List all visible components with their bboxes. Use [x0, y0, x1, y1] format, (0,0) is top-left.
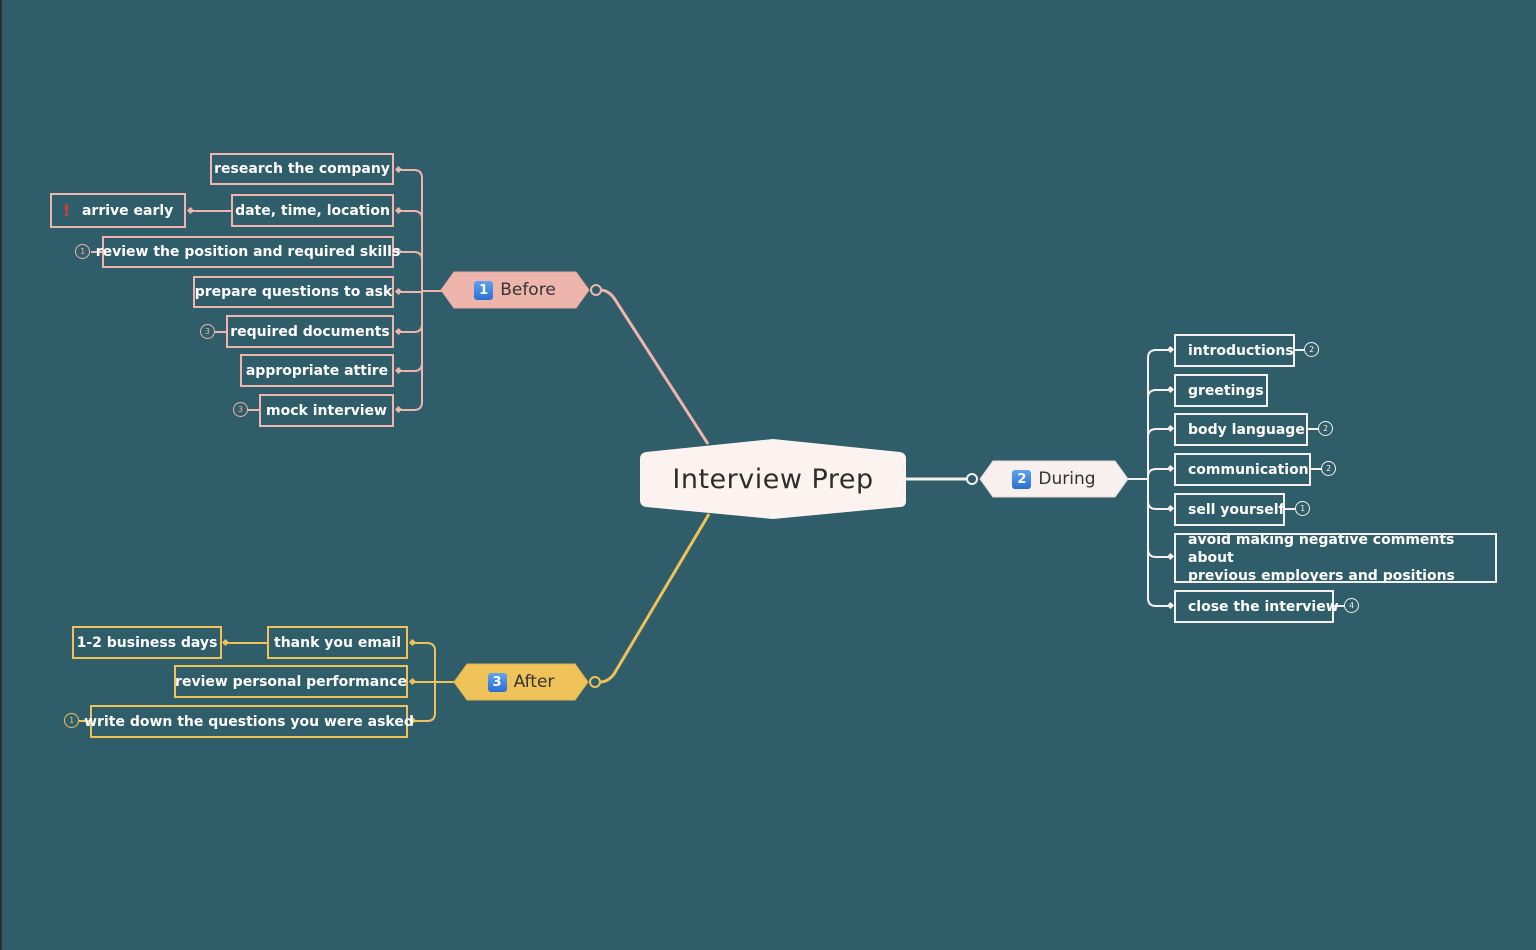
subtopic-label-line-1: avoid making negative comments about	[1188, 532, 1455, 566]
main-topic-during[interactable]: 2 During	[979, 458, 1129, 500]
number-2-icon: 2	[1012, 469, 1032, 489]
subtopic-label: date, time, location	[235, 202, 390, 219]
subtopic-label: 1-2 business days	[76, 634, 218, 651]
subtopic-label: introductions	[1188, 342, 1294, 359]
number-3-icon: 3	[487, 672, 507, 692]
collapsed-count-badge[interactable]: 4	[1344, 598, 1359, 613]
subtopic-body-language[interactable]: body language	[1174, 413, 1308, 446]
connector-central-before	[599, 288, 710, 445]
subtopic-label: required documents	[230, 323, 390, 340]
main-topic-during-label: During	[1038, 469, 1096, 489]
subtopic-introductions[interactable]: introductions	[1174, 334, 1295, 367]
subtopic-write-down-questions[interactable]: write down the questions you were asked	[84, 705, 414, 738]
subtopic-label: mock interview	[266, 402, 387, 419]
subtopic-review-performance[interactable]: review personal performance	[174, 665, 408, 698]
collapsed-count-badge[interactable]: 1	[1295, 501, 1310, 516]
collapsed-count-badge[interactable]: 2	[1321, 461, 1336, 476]
subtopic-label: write down the questions you were asked	[84, 713, 414, 730]
subtopic-mock-interview[interactable]: mock interview	[259, 394, 394, 427]
central-topic[interactable]: Interview Prep	[638, 438, 908, 520]
collapsed-count-badge[interactable]: 2	[1318, 421, 1333, 436]
collapse-handle-during	[966, 473, 978, 485]
subtopic-label: thank you email	[274, 634, 401, 651]
subtopic-label-line-2: previous employers and positions	[1188, 568, 1455, 584]
subtopic-arrive-early[interactable]: ! arrive early	[50, 193, 186, 228]
main-topic-after-label: After	[513, 672, 555, 692]
collapsed-count-badge[interactable]: 2	[1304, 342, 1319, 357]
during-joints	[1166, 345, 1175, 610]
subtopic-label: sell yourself	[1188, 501, 1285, 518]
main-topic-before[interactable]: 1 Before	[440, 269, 590, 311]
subtopic-prepare-questions[interactable]: prepare questions to ask	[193, 276, 394, 308]
subtopic-label: greetings	[1188, 382, 1264, 399]
main-topic-after[interactable]: 3 After	[453, 661, 589, 703]
subtopic-review-position[interactable]: review the position and required skills	[96, 236, 400, 268]
main-topic-before-label: Before	[500, 280, 556, 300]
collapsed-count-badge[interactable]: 3	[233, 402, 248, 417]
priority-exclamation-icon: !	[62, 200, 70, 220]
subtopic-avoid-negative-comments[interactable]: avoid making negative comments about pre…	[1174, 532, 1497, 584]
subtopic-required-documents[interactable]: required documents	[226, 315, 394, 348]
subtopic-research-the-company[interactable]: research the company	[210, 153, 394, 185]
subtopic-sell-yourself[interactable]: sell yourself	[1174, 493, 1285, 526]
collapse-handle-before	[590, 284, 602, 296]
collapse-handle-after	[589, 676, 601, 688]
subtopic-appropriate-attire[interactable]: appropriate attire	[240, 354, 394, 387]
subtopic-label: research the company	[214, 161, 390, 177]
subtopic-date-time-location[interactable]: date, time, location	[231, 194, 394, 227]
subtopic-label: appropriate attire	[245, 362, 389, 379]
subtopic-business-days[interactable]: 1-2 business days	[72, 626, 222, 659]
collapsed-count-badge[interactable]: 1	[64, 713, 79, 728]
subtopic-close-the-interview[interactable]: close the interview	[1174, 590, 1339, 623]
subtopic-communication[interactable]: communication	[1174, 453, 1311, 486]
subtopic-label: close the interview	[1188, 598, 1339, 615]
subtopic-label: review personal performance	[175, 673, 407, 690]
subtopic-thank-you-email[interactable]: thank you email	[267, 626, 408, 659]
subtopic-label: review the position and required skills	[95, 244, 401, 260]
connector-central-after	[599, 513, 711, 684]
subtopic-label: arrive early	[81, 202, 174, 219]
number-1-icon: 1	[474, 280, 494, 300]
subtopic-label: body language	[1188, 421, 1305, 438]
central-topic-label: Interview Prep	[672, 463, 874, 495]
subtopic-label: prepare questions to ask	[194, 284, 393, 300]
subtopic-label: communication	[1188, 461, 1309, 478]
collapsed-count-badge[interactable]: 3	[200, 324, 215, 339]
subtopic-greetings[interactable]: greetings	[1174, 374, 1268, 407]
collapsed-count-badge[interactable]: 1	[75, 244, 90, 259]
